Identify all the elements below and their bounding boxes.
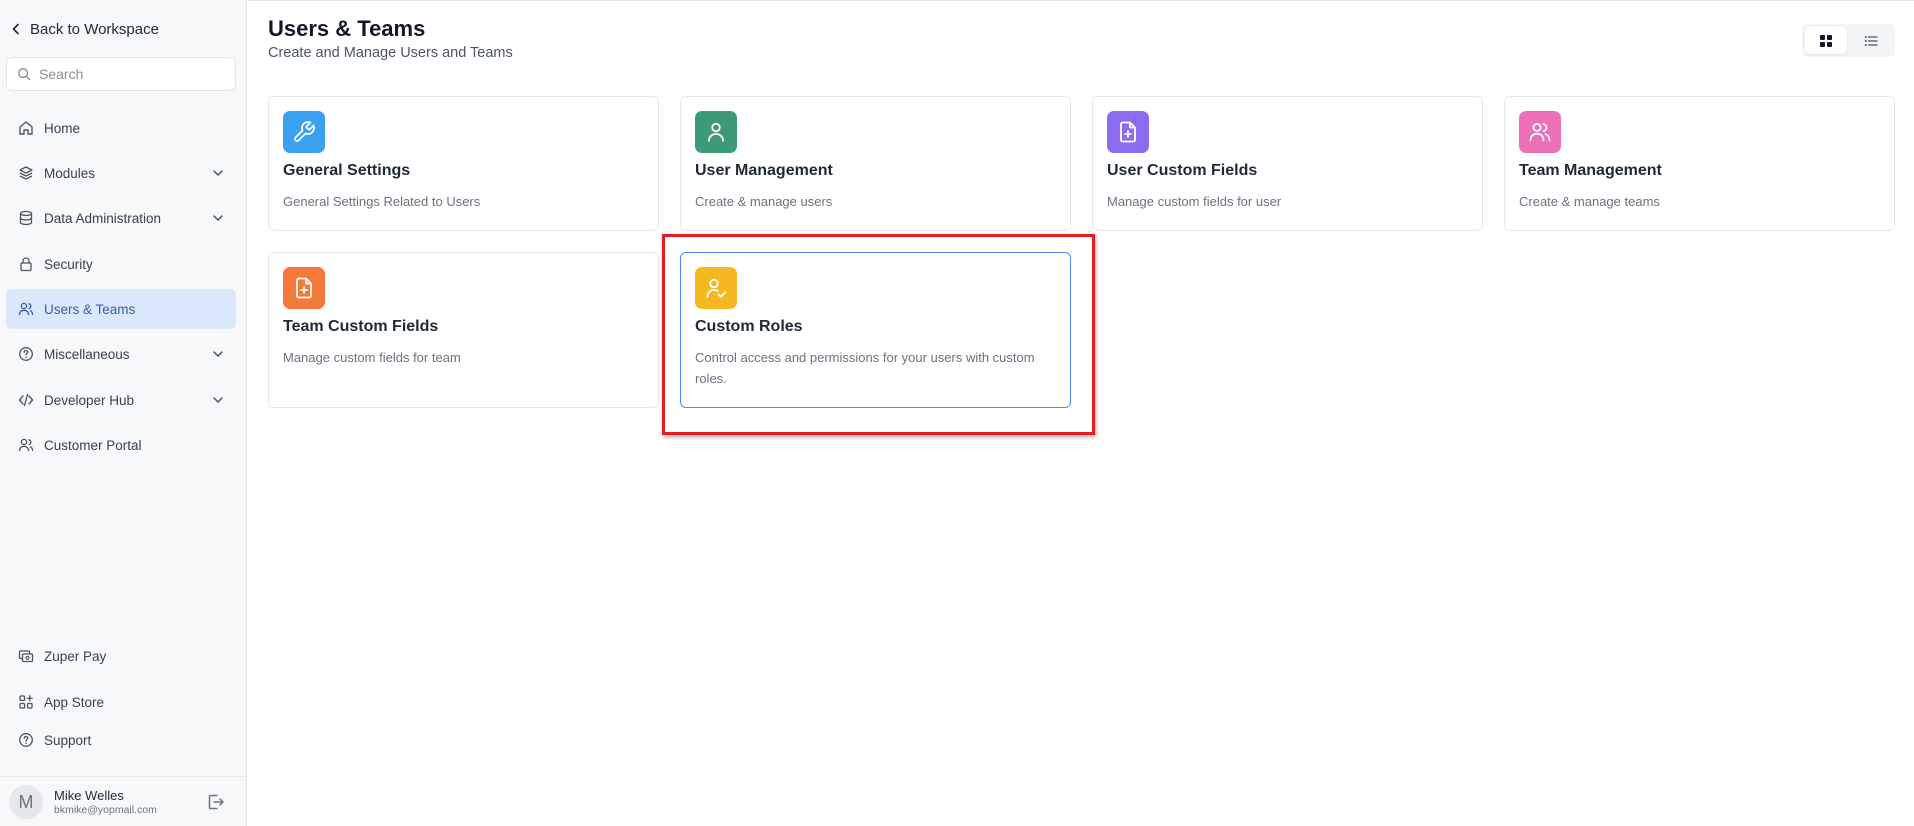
avatar[interactable]: M (9, 785, 43, 819)
search-box[interactable] (6, 57, 236, 91)
sidebar-item-data-administration[interactable]: Data Administration (6, 198, 236, 238)
card-team-management[interactable]: Team Management Create & manage teams (1504, 96, 1895, 231)
grid-view-button[interactable] (1805, 27, 1847, 54)
card-custom-roles[interactable]: Custom Roles Control access and permissi… (680, 252, 1071, 408)
sidebar-item-label: Support (44, 732, 92, 748)
file-plus-icon (1120, 121, 1136, 143)
logout-icon[interactable] (206, 792, 226, 812)
card-description: Create & manage users (695, 194, 833, 209)
sidebar-item-app-store[interactable]: App Store (6, 682, 236, 722)
user-email: bkmike@yopmail.com (54, 804, 157, 816)
database-icon (19, 210, 33, 226)
apps-icon (19, 695, 33, 709)
code-icon (18, 393, 34, 407)
back-to-workspace-label: Back to Workspace (30, 20, 159, 38)
top-divider (247, 0, 1914, 1)
user-name: Mike Welles (54, 788, 124, 803)
sidebar-item-label: Data Administration (44, 210, 162, 226)
card-description: Manage custom fields for team (283, 350, 461, 365)
search-input[interactable] (39, 66, 219, 82)
file-plus-icon (296, 277, 312, 299)
chevron-down-icon (213, 351, 223, 357)
view-toggle (1802, 24, 1895, 57)
page-subtitle: Create and Manage Users and Teams (268, 45, 513, 61)
card-description: Create & manage teams (1519, 194, 1660, 209)
home-icon (19, 121, 33, 135)
sidebar-item-label: Zuper Pay (44, 648, 107, 664)
list-view-button[interactable] (1850, 27, 1892, 54)
user-icon (708, 122, 724, 142)
sidebar-item-label: Modules (44, 165, 96, 181)
layers-icon (19, 166, 33, 180)
page-title: Users & Teams (268, 16, 426, 41)
card-description: Control access and permissions for your … (695, 350, 1035, 386)
help-circle-icon (19, 733, 33, 747)
card-icon-box (695, 111, 737, 153)
card-description: Manage custom fields for user (1107, 194, 1282, 209)
list-icon (1864, 35, 1878, 46)
sidebar-item-label: Developer Hub (44, 392, 135, 408)
card-user-management[interactable]: User Management Create & manage users (680, 96, 1071, 231)
card-icon-box (283, 111, 325, 153)
card-title: Team Management (1519, 162, 1662, 179)
sidebar-item-zuper-pay[interactable]: Zuper Pay (6, 636, 236, 676)
users-icon (1529, 123, 1551, 142)
card-title: User Management (695, 162, 833, 179)
card-general-settings[interactable]: General Settings General Settings Relate… (268, 96, 659, 231)
user-check-icon (706, 278, 726, 298)
sidebar-item-home[interactable]: Home (6, 108, 236, 148)
users-icon (18, 302, 34, 316)
sidebar-item-label: Miscellaneous (44, 346, 130, 362)
sidebar-item-label: App Store (44, 694, 105, 710)
wrench-icon (294, 121, 315, 142)
search-icon (18, 68, 31, 81)
card-icon-box (1107, 111, 1149, 153)
chevron-down-icon (213, 397, 223, 403)
card-title: Team Custom Fields (283, 318, 439, 335)
card-description: General Settings Related to Users (283, 194, 481, 209)
sidebar-item-label: Customer Portal (44, 437, 142, 453)
chevron-down-icon (213, 170, 223, 176)
card-icon-box (695, 267, 737, 309)
payment-icon (18, 650, 34, 663)
sidebar-item-modules[interactable]: Modules (6, 153, 236, 193)
users-icon (18, 438, 34, 452)
grid-icon (1820, 34, 1832, 47)
sidebar-item-miscellaneous[interactable]: Miscellaneous (6, 334, 236, 374)
back-to-workspace-link[interactable]: Back to Workspace (10, 18, 159, 40)
card-user-custom-fields[interactable]: User Custom Fields Manage custom fields … (1092, 96, 1483, 231)
sidebar-item-developer-hub[interactable]: Developer Hub (6, 380, 236, 420)
card-title: General Settings (283, 162, 411, 179)
help-circle-icon (19, 347, 33, 361)
sidebar-item-label: Users & Teams (44, 301, 136, 317)
chevron-left-icon (12, 23, 19, 35)
sidebar-item-label: Home (44, 120, 81, 136)
lock-icon (20, 257, 32, 272)
user-profile: M Mike Welles bkmike@yopmail.com (0, 776, 247, 826)
sidebar-item-customer-portal[interactable]: Customer Portal (6, 425, 236, 465)
sidebar-item-users-teams[interactable]: Users & Teams (6, 289, 236, 329)
sidebar: Back to Workspace Home Modules Data Admi… (0, 0, 247, 826)
card-title: Custom Roles (695, 318, 803, 335)
card-title: User Custom Fields (1107, 162, 1258, 179)
card-icon-box (283, 267, 325, 309)
sidebar-item-security[interactable]: Security (6, 244, 236, 284)
sidebar-item-support[interactable]: Support (6, 720, 236, 760)
chevron-down-icon (213, 215, 223, 221)
sidebar-item-label: Security (44, 256, 93, 272)
card-team-custom-fields[interactable]: Team Custom Fields Manage custom fields … (268, 252, 659, 408)
card-icon-box (1519, 111, 1561, 153)
